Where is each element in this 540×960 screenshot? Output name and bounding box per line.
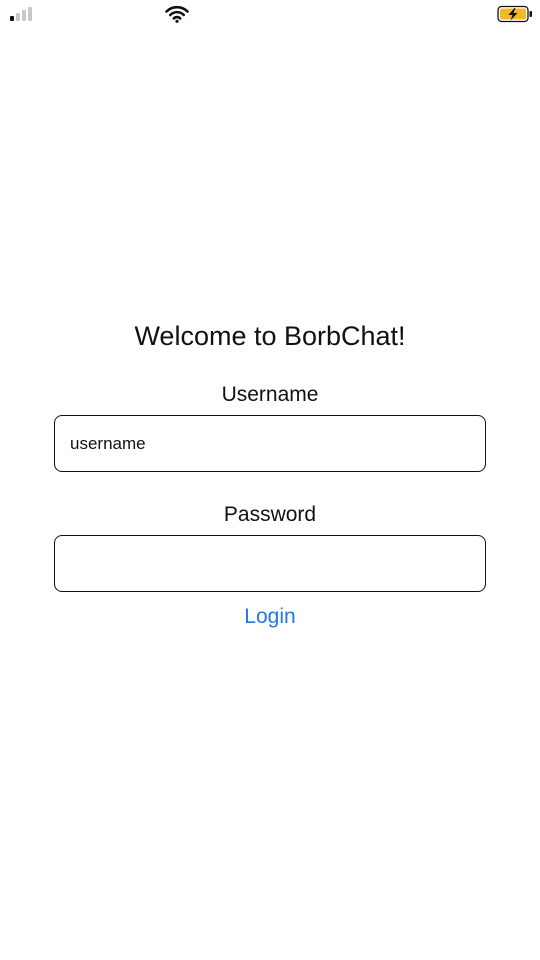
username-input[interactable] [54,415,486,472]
login-button[interactable]: Login [200,601,340,633]
password-label: Password [223,503,317,526]
wifi-icon [165,5,189,23]
battery-charging-icon [497,5,532,23]
username-label: Username [221,383,319,406]
status-bar [0,0,540,30]
password-input[interactable] [54,535,486,592]
cellular-signal-icon [10,7,32,21]
page-title: Welcome to BorbChat! [134,321,406,351]
